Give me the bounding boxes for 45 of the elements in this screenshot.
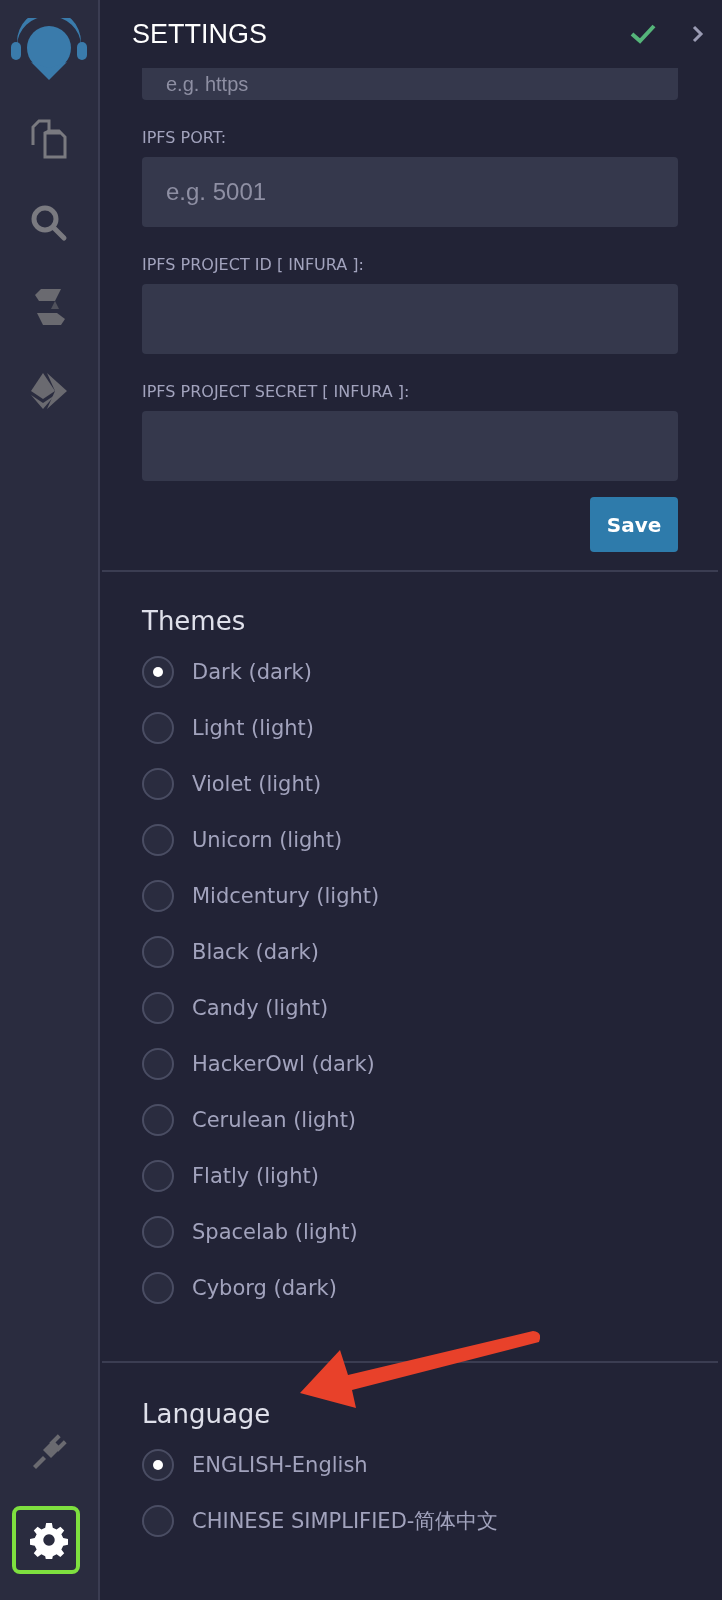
- option-label[interactable]: Unicorn (light): [192, 828, 343, 852]
- diamond-arrow-icon[interactable]: [29, 371, 69, 411]
- option-label[interactable]: Violet (light): [192, 772, 322, 796]
- radio-button[interactable]: [142, 1216, 174, 1248]
- check-icon: [630, 24, 656, 44]
- option-label[interactable]: Cerulean (light): [192, 1108, 357, 1132]
- panel-title: SETTINGS: [132, 18, 268, 50]
- option-label[interactable]: HackerOwl (dark): [192, 1052, 375, 1076]
- option-label[interactable]: Flatly (light): [192, 1164, 319, 1188]
- radio-button[interactable]: [142, 824, 174, 856]
- settings-icon[interactable]: [30, 1521, 68, 1559]
- field-label: IPFS PORT:: [142, 128, 228, 148]
- section-heading: Themes: [142, 606, 247, 636]
- files-icon[interactable]: [29, 119, 69, 159]
- option-label[interactable]: Dark (dark): [192, 660, 312, 684]
- option-label[interactable]: Light (light): [192, 716, 314, 740]
- radio-button[interactable]: [142, 992, 174, 1024]
- chevron-right-icon[interactable]: [692, 25, 704, 43]
- option-label[interactable]: Candy (light): [192, 996, 329, 1020]
- section-heading: Language: [142, 1399, 272, 1429]
- radio-button[interactable]: [142, 656, 174, 688]
- option-label[interactable]: Cyborg (dark): [192, 1276, 337, 1300]
- radio-button[interactable]: [142, 768, 174, 800]
- radio-button[interactable]: [142, 1160, 174, 1192]
- search-icon[interactable]: [29, 203, 69, 243]
- radio-button[interactable]: [142, 1449, 174, 1481]
- radio-button[interactable]: [142, 936, 174, 968]
- option-label[interactable]: Midcentury (light): [192, 884, 380, 908]
- radio-button[interactable]: [142, 880, 174, 912]
- radio-button[interactable]: [142, 1505, 174, 1537]
- input-field[interactable]: e.g. 5001: [142, 157, 678, 227]
- field-label: IPFS PROJECT SECRET [ INFURA ]:: [142, 382, 411, 402]
- save-button[interactable]: Save: [590, 497, 678, 552]
- radio-button[interactable]: [142, 1048, 174, 1080]
- option-label[interactable]: Black (dark): [192, 940, 319, 964]
- input-field[interactable]: e.g. https: [142, 68, 678, 100]
- option-label[interactable]: Spacelab (light): [192, 1220, 358, 1244]
- radio-button[interactable]: [142, 1104, 174, 1136]
- radio-button[interactable]: [142, 1272, 174, 1304]
- field-label: IPFS PROJECT ID [ INFURA ]:: [142, 255, 365, 275]
- option-label[interactable]: ENGLISH-English: [192, 1453, 368, 1477]
- logo-icon[interactable]: [9, 18, 89, 82]
- radio-button[interactable]: [142, 712, 174, 744]
- option-label[interactable]: CHINESE SIMPLIFIED-简体中文: [192, 1507, 499, 1535]
- highlight-frame: [12, 1506, 80, 1574]
